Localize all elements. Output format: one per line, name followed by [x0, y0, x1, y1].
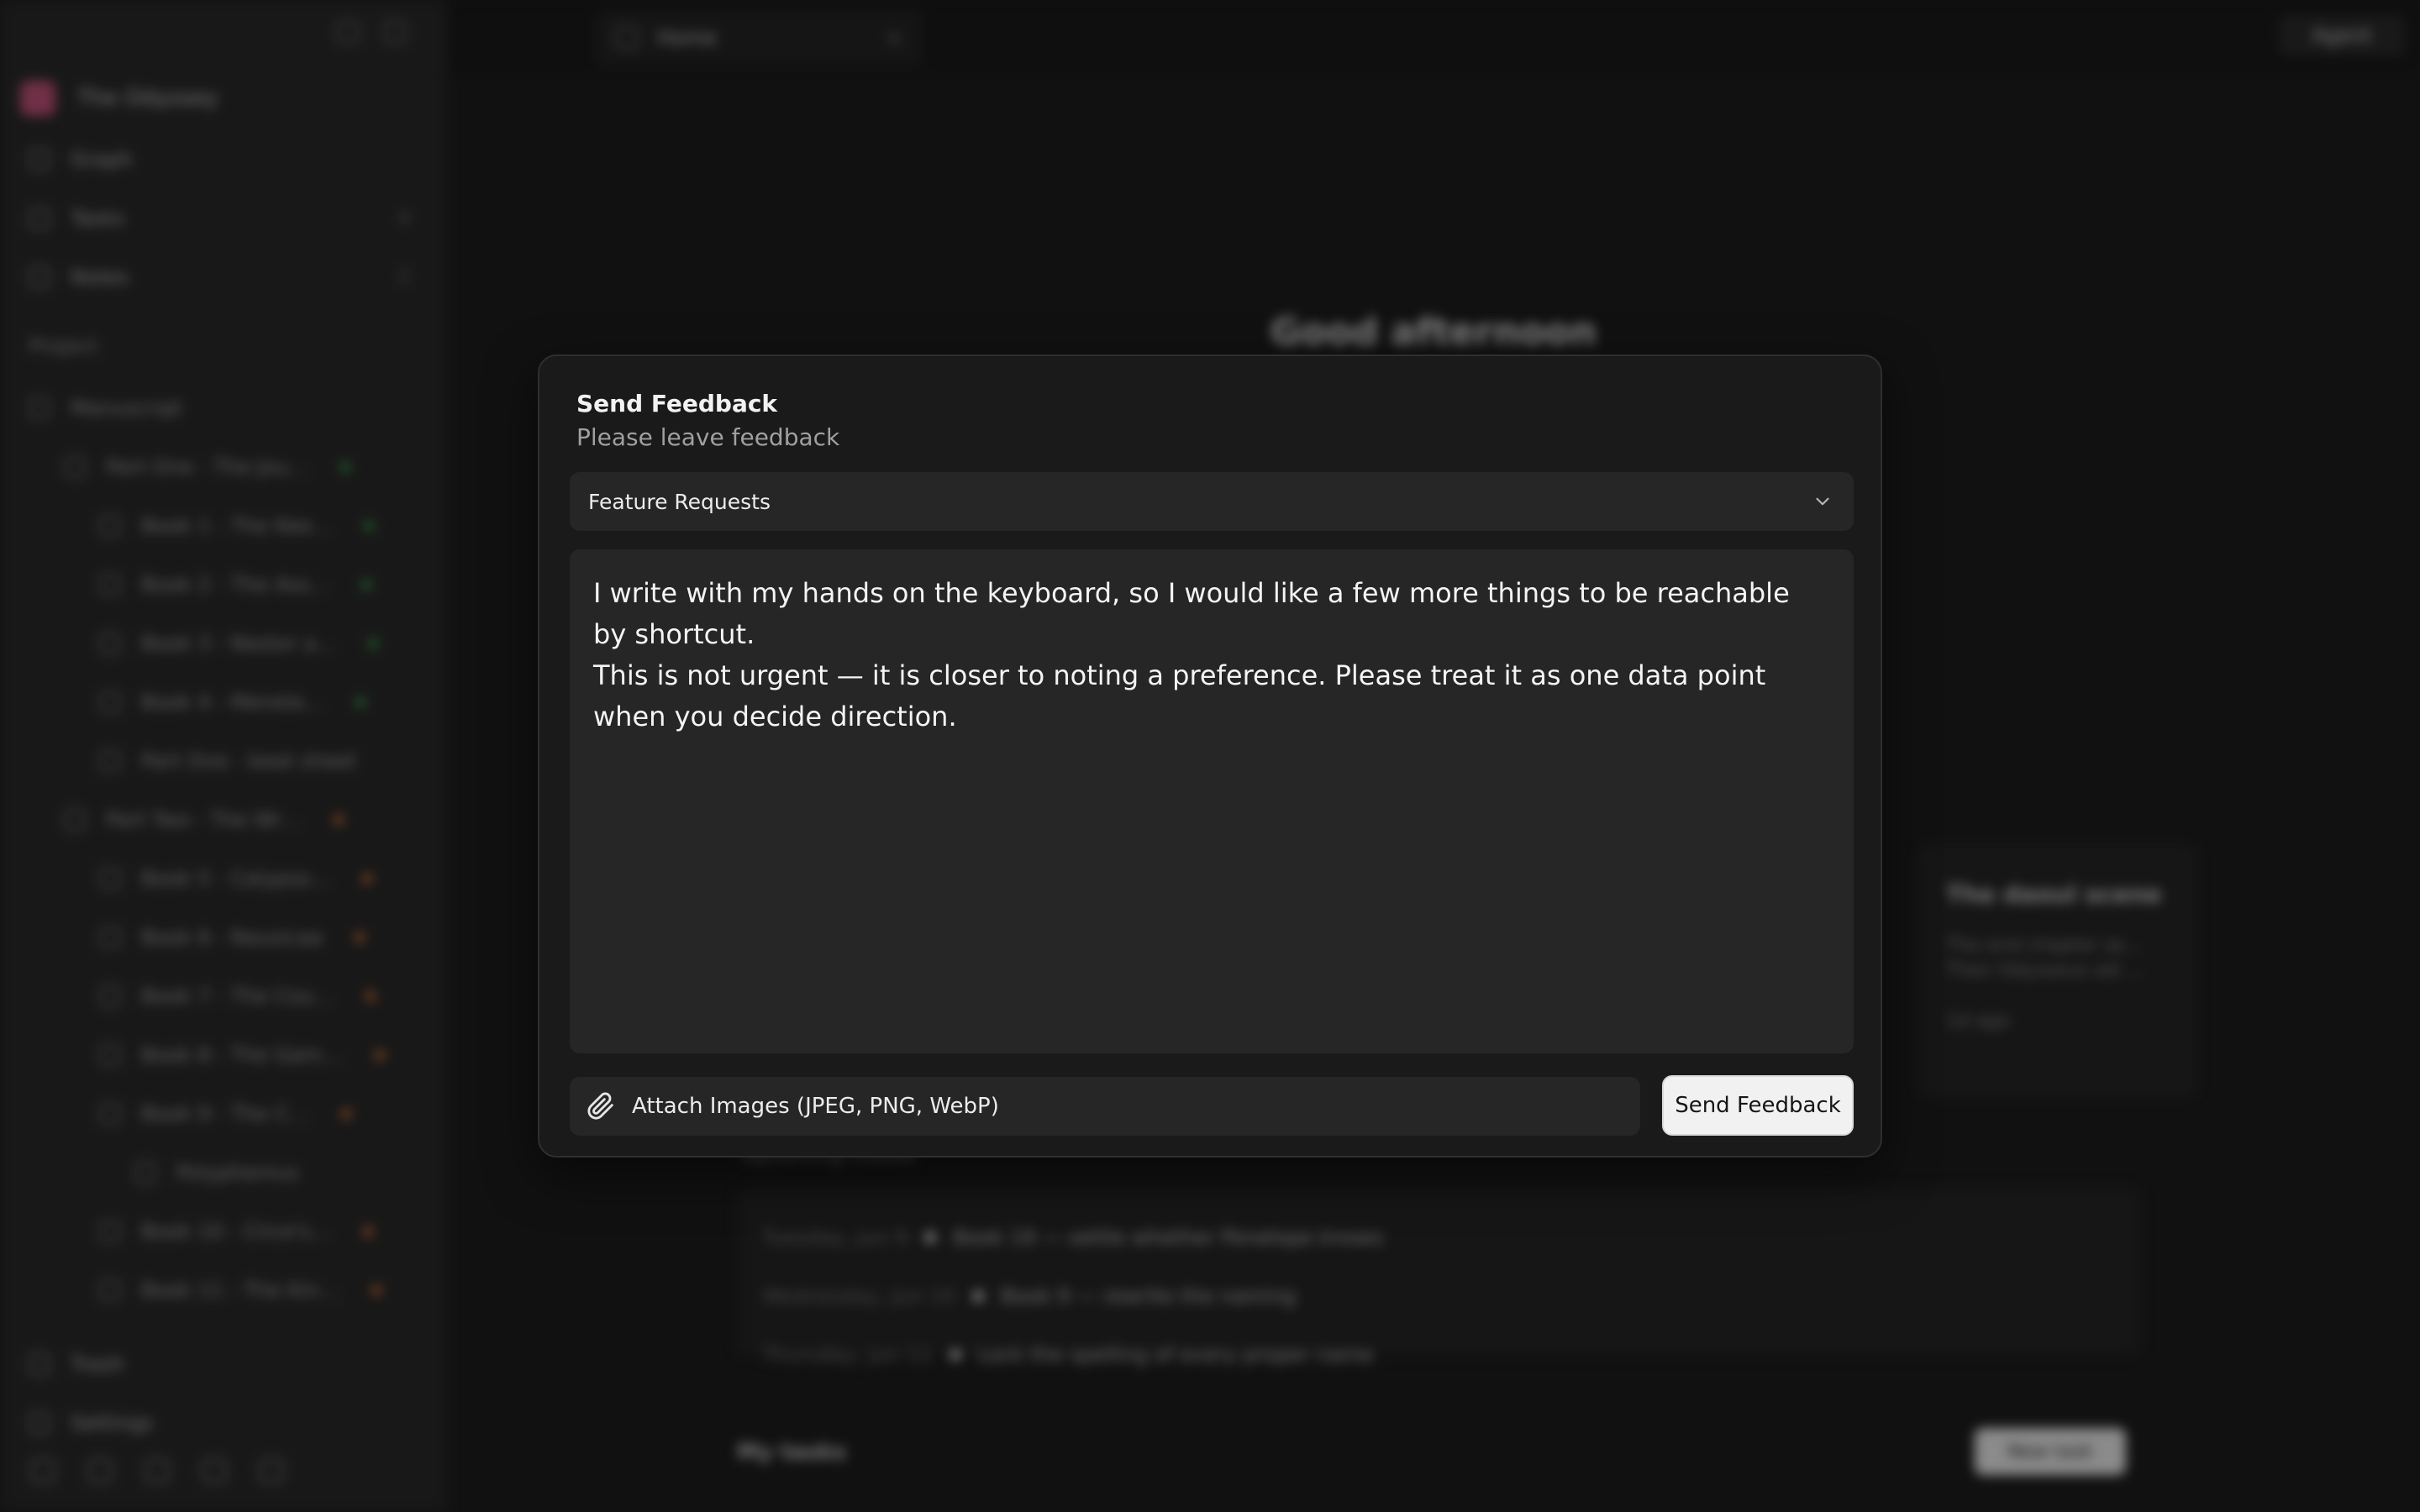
attach-images-button[interactable]: Attach Images (JPEG, PNG, WebP) [570, 1077, 1640, 1136]
selected-category: Feature Requests [588, 489, 771, 514]
send-feedback-button[interactable]: Send Feedback [1662, 1075, 1854, 1136]
chevron-down-icon [1816, 497, 1829, 506]
feedback-message-textarea[interactable]: I write with my hands on the keyboard, s… [570, 549, 1854, 1053]
dialog-title: Send Feedback [576, 390, 778, 417]
dialog-subtitle: Please leave feedback [576, 423, 840, 451]
message-line: This is not urgent — it is closer to not… [593, 659, 1766, 732]
message-line: I write with my hands on the keyboard, s… [593, 577, 1790, 650]
feedback-category-select[interactable]: Feature Requests [570, 472, 1854, 531]
send-feedback-dialog: Send Feedback Please leave feedback Feat… [538, 354, 1882, 1158]
paperclip-icon [587, 1092, 613, 1120]
attach-images-label: Attach Images (JPEG, PNG, WebP) [632, 1094, 999, 1119]
